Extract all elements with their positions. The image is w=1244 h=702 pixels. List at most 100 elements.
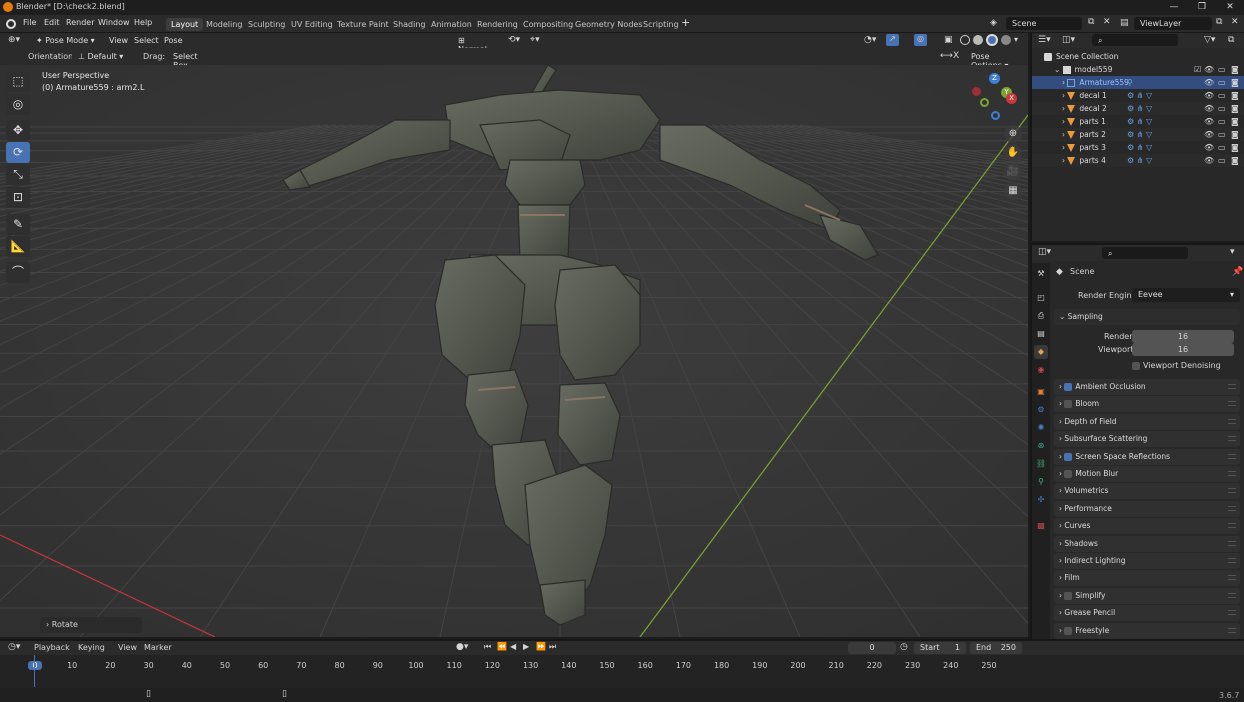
object-data-icons[interactable]: ⚙ ⋔ ▽: [1127, 154, 1152, 167]
render-disable-icon[interactable]: ◙: [1231, 154, 1239, 167]
section-depth-of-field[interactable]: › Depth of Field: [1054, 413, 1240, 430]
outliner-row[interactable]: › decal 2 ⚙ ⋔ ▽ 👁 ▭ ◙: [1032, 102, 1244, 115]
jump-end-icon[interactable]: ⏭: [549, 642, 556, 652]
section-film[interactable]: › Film: [1054, 570, 1240, 587]
menu-file[interactable]: File: [23, 18, 36, 27]
visibility-eye-icon[interactable]: 👁: [1204, 128, 1214, 141]
gizmo-z-axis[interactable]: Z: [989, 73, 1000, 84]
maximize-icon[interactable]: ❐: [1188, 0, 1216, 15]
section-freestyle[interactable]: › Freestyle: [1054, 622, 1240, 639]
outliner-row[interactable]: ⌄ model559 ☑ 👁 ▭ ◙: [1032, 63, 1244, 76]
new-collection-icon[interactable]: ⧉: [1228, 35, 1234, 45]
visibility-eye-icon[interactable]: 👁: [1204, 89, 1214, 102]
section-performance[interactable]: › Performance: [1054, 500, 1240, 517]
section-enable-checkbox[interactable]: [1064, 626, 1073, 635]
menu-playback[interactable]: Playback: [34, 643, 70, 652]
camera-view-icon[interactable]: 🎥: [1004, 163, 1022, 181]
new-scene-icon[interactable]: ⧉: [1088, 17, 1094, 27]
viewport-disable-icon[interactable]: ▭: [1218, 76, 1226, 89]
render-disable-icon[interactable]: ◙: [1231, 76, 1239, 89]
drag-grip-icon[interactable]: [1228, 575, 1236, 581]
outliner-row[interactable]: › parts 1 ⚙ ⋔ ▽ 👁 ▭ ◙: [1032, 115, 1244, 128]
rotate-tool-icon[interactable]: ⟳: [6, 142, 30, 163]
filter-icon[interactable]: ▽▾: [1204, 35, 1215, 45]
drag-grip-icon[interactable]: [1228, 471, 1236, 476]
menu-select[interactable]: Select: [134, 36, 159, 45]
object-data-icons[interactable]: ⚲: [1127, 76, 1133, 89]
pivot-point-icon[interactable]: ⟲▾: [508, 35, 520, 45]
tab-layout[interactable]: Layout: [166, 18, 204, 31]
blender-menu-icon[interactable]: [6, 19, 16, 29]
tab-shading[interactable]: Shading: [388, 18, 431, 31]
start-frame-field[interactable]: Start 1: [914, 642, 966, 654]
modifier-tab-icon[interactable]: ⚙: [1034, 403, 1048, 417]
visibility-eye-icon[interactable]: 👁: [1204, 76, 1214, 89]
pan-hand-icon[interactable]: ✋: [1004, 144, 1022, 162]
constraints-tab-icon[interactable]: ⛓: [1034, 457, 1048, 471]
overlay-toggle-icon[interactable]: ◎: [914, 34, 927, 46]
scroll-handle-right-icon[interactable]: ▯: [282, 689, 287, 699]
section-volumetrics[interactable]: › Volumetrics: [1054, 483, 1240, 500]
properties-search-input[interactable]: ⌕: [1102, 247, 1188, 259]
texture-tab-icon[interactable]: ▩: [1034, 519, 1048, 533]
viewport-disable-icon[interactable]: ▭: [1218, 102, 1226, 115]
tab-uv-editing[interactable]: UV Editing: [286, 18, 338, 31]
object-tab-icon[interactable]: ▣: [1034, 385, 1048, 399]
viewport-disable-icon[interactable]: ▭: [1218, 141, 1226, 154]
material-shading-icon[interactable]: [986, 34, 998, 46]
drag-grip-icon[interactable]: [1228, 418, 1236, 424]
display-mode-icon[interactable]: ◫▾: [1062, 35, 1075, 45]
section-enable-checkbox[interactable]: [1064, 383, 1073, 391]
object-data-icons[interactable]: ⚙ ⋔ ▽: [1127, 128, 1152, 141]
object-data-icons[interactable]: ⚙ ⋔ ▽: [1127, 102, 1152, 115]
viewport-disable-icon[interactable]: ▭: [1218, 154, 1226, 167]
drag-grip-icon[interactable]: [1228, 453, 1236, 459]
tool-tab-icon[interactable]: ⚒: [1034, 267, 1048, 281]
rendered-shading-icon[interactable]: [1001, 35, 1011, 45]
section-motion-blur[interactable]: › Motion Blur: [1054, 466, 1240, 482]
section-enable-checkbox[interactable]: [1064, 591, 1073, 600]
section-curves[interactable]: › Curves: [1054, 518, 1240, 535]
viewport-disable-icon[interactable]: ▭: [1218, 115, 1226, 128]
viewport-samples-field[interactable]: 16: [1132, 343, 1234, 356]
gizmo-neg-y[interactable]: [980, 98, 989, 107]
drag-grip-icon[interactable]: [1228, 540, 1236, 546]
preview-range-icon[interactable]: ◷: [900, 642, 908, 652]
perspective-grid-icon[interactable]: ▦: [1004, 182, 1022, 200]
delete-scene-icon[interactable]: ✕: [1103, 17, 1111, 27]
object-data-icons[interactable]: ⚙ ⋔ ▽: [1127, 141, 1152, 154]
visibility-eye-icon[interactable]: 👁: [1204, 141, 1214, 154]
tab-scripting[interactable]: Scripting: [638, 18, 684, 31]
menu-help[interactable]: Help: [134, 18, 152, 27]
viewlayer-field[interactable]: ViewLayer: [1134, 17, 1212, 30]
render-disable-icon[interactable]: ◙: [1231, 115, 1239, 128]
object-data-icons[interactable]: ⚙ ⋔ ▽: [1127, 115, 1152, 128]
scene-tab-icon[interactable]: ◆: [1034, 345, 1048, 359]
outliner-row[interactable]: › parts 2 ⚙ ⋔ ▽ 👁 ▭ ◙: [1032, 128, 1244, 141]
menu-window[interactable]: Window: [98, 18, 130, 27]
scene-field[interactable]: Scene: [1006, 17, 1082, 30]
drag-grip-icon[interactable]: [1228, 488, 1236, 494]
render-samples-field[interactable]: 16: [1132, 330, 1234, 343]
drag-grip-icon[interactable]: [1228, 558, 1236, 563]
viewport-disable-icon[interactable]: ▭: [1218, 63, 1226, 76]
object-data-icons[interactable]: ⚙ ⋔ ▽: [1127, 89, 1152, 102]
data-tab-icon[interactable]: ⚲: [1034, 475, 1048, 489]
cursor-tool-icon[interactable]: ◎: [6, 94, 30, 115]
gizmo-toggle-icon[interactable]: ↗: [886, 34, 899, 46]
xray-icon[interactable]: ▣: [944, 35, 953, 45]
drag-grip-icon[interactable]: [1228, 436, 1236, 442]
outliner-row[interactable]: › parts 3 ⚙ ⋔ ▽ 👁 ▭ ◙: [1032, 141, 1244, 154]
orientation-dropdown[interactable]: ⊥ Default ▾: [72, 50, 134, 63]
tab-texture-paint[interactable]: Texture Paint: [332, 18, 394, 31]
scale-tool-icon[interactable]: ⤡: [6, 164, 30, 185]
render-disable-icon[interactable]: ◙: [1231, 141, 1239, 154]
render-disable-icon[interactable]: ◙: [1231, 89, 1239, 102]
viewport-disable-icon[interactable]: ▭: [1218, 128, 1226, 141]
editor-type-icon[interactable]: ⊕▾: [8, 35, 20, 45]
menu-edit[interactable]: Edit: [44, 18, 60, 27]
scroll-handle-left-icon[interactable]: ▯: [146, 689, 151, 699]
sampling-section-header[interactable]: ⌄ Sampling: [1054, 309, 1240, 325]
render-disable-icon[interactable]: ◙: [1231, 128, 1239, 141]
drag-grip-icon[interactable]: [1228, 505, 1236, 511]
